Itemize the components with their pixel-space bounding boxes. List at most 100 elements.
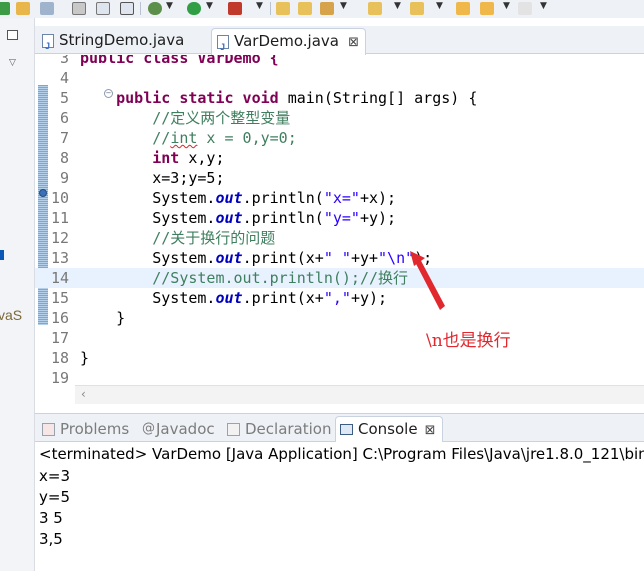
code-line[interactable]: 19 (35, 368, 644, 385)
code-token: "," (323, 289, 351, 307)
fold-collapse-icon[interactable]: − (104, 89, 113, 98)
new-package-icon[interactable] (276, 2, 290, 15)
line-number: 6 (59, 109, 69, 127)
next-dropdown-icon[interactable]: ▼ (436, 1, 443, 11)
javadoc-icon: @ (142, 421, 155, 436)
tab-label: Javadoc (156, 420, 215, 438)
view-menu-icon[interactable]: ▽ (9, 58, 16, 68)
edit-icon[interactable] (16, 2, 30, 15)
code-token: System. (80, 289, 216, 307)
code-token: ); (414, 249, 433, 267)
console-status: <terminated> VarDemo [Java Application] … (39, 445, 644, 463)
code-text: //定义两个整型变量 (80, 108, 290, 128)
code-line[interactable]: 7 //int x = 0,y=0; (35, 128, 644, 148)
open-folder-icon[interactable] (298, 2, 312, 15)
next-annotation-icon[interactable] (410, 2, 424, 15)
tab-javadoc[interactable]: @ Javadoc (140, 418, 215, 442)
code-token: .print(x+ (242, 289, 324, 307)
code-line[interactable]: 9 x=3;y=5; (35, 168, 644, 188)
code-line[interactable]: 5 public static void main(String[] args)… (35, 88, 644, 108)
editor-horizontal-scrollbar[interactable]: ‹ (75, 385, 644, 404)
code-line[interactable]: 17 (35, 328, 644, 348)
tab-declaration[interactable]: Declaration (225, 418, 331, 442)
code-text: System.out.println("x="+x); (80, 188, 396, 208)
close-icon[interactable]: ⊠ (425, 418, 436, 443)
line-number: 3 (59, 55, 69, 67)
code-text: x=3;y=5; (80, 168, 224, 188)
breakpoint-icon[interactable] (39, 189, 47, 197)
perspective-icon[interactable] (0, 2, 10, 15)
line-number: 7 (59, 129, 69, 147)
code-line[interactable]: 16 } (35, 308, 644, 328)
tab-vardemo[interactable]: VarDemo.java ⊠ (211, 28, 366, 60)
tab-stringdemo[interactable]: StringDemo.java (37, 28, 192, 59)
scroll-left-icon[interactable]: ‹ (81, 387, 86, 401)
print-icon[interactable] (120, 2, 134, 15)
code-line[interactable]: 8 int x,y; (35, 148, 644, 168)
annotation-dropdown-icon[interactable]: ▼ (394, 1, 401, 11)
code-token: int (152, 149, 180, 167)
search-icon[interactable] (320, 2, 334, 15)
line-number: 15 (50, 289, 69, 307)
link-icon[interactable] (40, 2, 54, 15)
problems-icon (42, 423, 55, 436)
external-tools-icon[interactable] (228, 2, 242, 15)
run-dropdown-icon[interactable]: ▼ (206, 1, 213, 11)
annotation-text: \n也是换行 (426, 331, 511, 351)
code-text: //System.out.println();//换行 (80, 268, 408, 288)
code-line[interactable]: 10 System.out.println("x="+x); (35, 188, 644, 208)
code-line[interactable]: 15 System.out.print(x+","+y); (35, 288, 644, 308)
code-line[interactable]: 12 //关于换行的问题 (35, 228, 644, 248)
code-token: out (215, 209, 243, 227)
search-dropdown-icon[interactable]: ▼ (340, 1, 347, 11)
save-icon[interactable] (72, 2, 86, 15)
navigate-back-icon[interactable] (518, 2, 532, 15)
code-text: System.out.print(x+" "+y+"\n"); (80, 248, 432, 268)
annotation-icon[interactable] (368, 2, 382, 15)
debug-dropdown-icon[interactable]: ▼ (166, 1, 173, 11)
tab-problems[interactable]: Problems (40, 418, 129, 442)
code-token: " " (323, 249, 351, 267)
debug-icon[interactable] (148, 2, 162, 15)
copy-icon[interactable] (96, 2, 110, 15)
run-icon[interactable] (187, 2, 201, 15)
code-token: public static void (116, 89, 279, 107)
code-line[interactable]: 13 System.out.print(x+" "+y+"\n"); (35, 248, 644, 268)
line-number: 18 (50, 349, 69, 367)
code-editor[interactable]: 3 public class VarDemo {4 5 public static … (35, 55, 644, 385)
code-line[interactable]: 11 System.out.println("y="+y); (35, 208, 644, 228)
code-token: .println( (242, 209, 324, 227)
code-line[interactable]: 6 //定义两个整型变量 (35, 108, 644, 128)
code-token: public class VarDemo { (80, 55, 279, 67)
code-line[interactable]: 4 (35, 68, 644, 88)
tab-label: Console (358, 420, 418, 438)
code-token: } (80, 309, 126, 327)
back-icon[interactable] (456, 2, 470, 15)
console-view[interactable]: <terminated> VarDemo [Java Application] … (35, 442, 644, 571)
forward-icon[interactable] (480, 2, 494, 15)
external-tools-dropdown-icon[interactable]: ▼ (256, 1, 263, 11)
restore-icon[interactable] (7, 30, 18, 40)
code-token: .println( (242, 189, 324, 207)
code-line[interactable]: 3 public class VarDemo { (35, 55, 644, 68)
code-token: main(String[] args) { (278, 89, 478, 107)
tab-label: Declaration (245, 420, 332, 438)
code-token: } (80, 349, 90, 367)
code-token: System. (80, 189, 216, 207)
code-line-current[interactable]: 14 //System.out.println();//换行 (35, 268, 644, 288)
line-number: 9 (59, 169, 69, 187)
code-text: } (80, 308, 125, 328)
history-dropdown-icon[interactable]: ▼ (503, 1, 510, 11)
tab-console[interactable]: Console ⊠ (335, 416, 443, 443)
line-number: 11 (50, 209, 69, 227)
navigate-dropdown-icon[interactable]: ▼ (540, 1, 547, 11)
tab-label: Problems (60, 420, 130, 438)
code-line[interactable]: 18} (35, 348, 644, 368)
code-text: int x,y; (80, 148, 224, 168)
tab-label: StringDemo.java (59, 31, 185, 49)
close-icon[interactable]: ⊠ (348, 30, 359, 55)
code-token: out (215, 189, 243, 207)
code-text: } (80, 348, 89, 368)
